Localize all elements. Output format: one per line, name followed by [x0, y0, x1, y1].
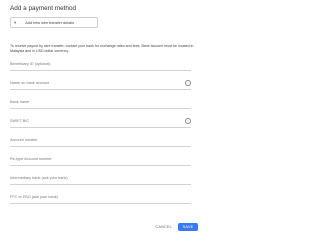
cancel-button[interactable]: CANCEL: [149, 225, 178, 229]
retype-account-number-field[interactable]: Re-type Account number: [10, 153, 191, 166]
add-payment-method-dialog: Add a payment method ▾ Add new wire tran…: [0, 0, 208, 243]
save-button[interactable]: SAVE: [178, 223, 198, 231]
info-icon[interactable]: i: [185, 80, 191, 86]
dialog-actions: CANCEL SAVE: [149, 223, 198, 231]
wire-transfer-note: To receive payout by wire transfer, cont…: [10, 44, 194, 53]
payment-method-select-value: Add new wire transfer details: [25, 20, 75, 25]
bank-name-field[interactable]: Bank name: [10, 96, 191, 109]
info-icon[interactable]: i: [185, 118, 191, 124]
swift-bic-placeholder: SWIFT BIC: [10, 119, 30, 123]
dialog-title: Add a payment method: [10, 5, 77, 12]
swift-bic-field[interactable]: SWIFT BIC i: [10, 115, 191, 128]
beneficiary-id-field[interactable]: Beneficiary ID (optional): [10, 58, 191, 71]
chevron-down-icon: ▾: [14, 19, 17, 25]
intermediary-bank-field[interactable]: Intermediary bank (ask your bank): [10, 172, 191, 185]
ffc-fbo-field[interactable]: FFC or FBO (ask your bank): [10, 191, 191, 204]
account-number-placeholder: Account number: [10, 138, 38, 142]
retype-account-number-placeholder: Re-type Account number: [10, 157, 52, 161]
name-on-account-field[interactable]: Name on bank account i: [10, 77, 191, 90]
payment-method-select[interactable]: ▾ Add new wire transfer details: [10, 17, 98, 28]
intermediary-bank-placeholder: Intermediary bank (ask your bank): [10, 176, 68, 180]
name-on-account-placeholder: Name on bank account: [10, 81, 50, 85]
account-number-field[interactable]: Account number: [10, 134, 191, 147]
bank-name-placeholder: Bank name: [10, 100, 30, 104]
beneficiary-id-placeholder: Beneficiary ID (optional): [10, 62, 51, 66]
ffc-fbo-placeholder: FFC or FBO (ask your bank): [10, 195, 58, 199]
